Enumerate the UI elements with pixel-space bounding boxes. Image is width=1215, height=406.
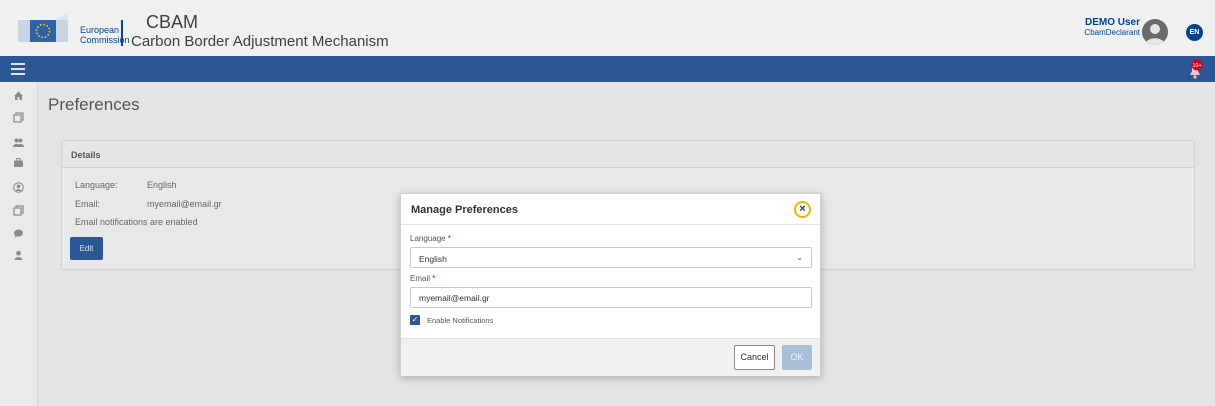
details-title: Details xyxy=(71,150,101,160)
edit-button[interactable]: Edit xyxy=(70,237,103,260)
details-card-header: Details xyxy=(62,141,1194,168)
notifications-status: Email notifications are enabled xyxy=(75,217,198,227)
email-value: myemail@email.gr xyxy=(147,199,222,209)
user-role: CbamDeclarant xyxy=(1084,28,1140,37)
email-field-label: Email * xyxy=(410,274,435,283)
user-name[interactable]: DEMO User xyxy=(1085,17,1140,28)
users-icon[interactable] xyxy=(13,137,24,148)
language-select-value: English xyxy=(419,254,447,264)
language-field-label-text: Language xyxy=(410,234,446,243)
briefcase-icon[interactable] xyxy=(13,157,24,168)
enable-notifications-checkbox[interactable]: ✓ xyxy=(410,315,420,325)
enable-notifications-label[interactable]: Enable Notifications xyxy=(427,316,493,325)
app-title: CBAM xyxy=(146,12,199,32)
page-title: Preferences xyxy=(48,95,140,114)
app-subtitle: Carbon Border Adjustment Mechanism xyxy=(131,33,389,50)
european-commission-logo[interactable] xyxy=(18,12,68,48)
home-icon[interactable] xyxy=(13,90,24,101)
manage-preferences-dialog: Manage Preferences × Language * English … xyxy=(400,193,821,376)
cancel-button[interactable]: Cancel xyxy=(734,345,775,370)
email-input[interactable] xyxy=(410,287,812,308)
copy-icon[interactable] xyxy=(13,112,24,123)
header-divider xyxy=(121,20,123,46)
language-value: English xyxy=(147,180,177,190)
user-circle-icon[interactable] xyxy=(13,182,24,193)
notifications-icon[interactable]: 10+ xyxy=(1186,59,1204,79)
hamburger-menu-icon[interactable] xyxy=(11,63,25,75)
ok-button[interactable]: OK xyxy=(782,345,812,370)
user-icon[interactable] xyxy=(13,250,24,261)
user-avatar-icon[interactable] xyxy=(1142,19,1168,45)
language-select[interactable]: English ⌄ xyxy=(410,247,812,268)
side-navigation xyxy=(0,82,38,406)
notification-badge: 10+ xyxy=(1192,63,1201,69)
language-label: Language: xyxy=(75,180,118,190)
chevron-down-icon: ⌄ xyxy=(796,253,803,262)
dialog-header: Manage Preferences × xyxy=(401,194,820,225)
comment-icon[interactable] xyxy=(13,228,24,239)
copy-icon[interactable] xyxy=(13,205,24,216)
person-silhouette-icon xyxy=(1145,24,1165,45)
required-marker: * xyxy=(432,274,436,283)
email-field-label-text: Email xyxy=(410,274,431,283)
close-icon[interactable]: × xyxy=(794,201,811,218)
required-marker: * xyxy=(447,234,451,243)
dialog-footer: Cancel OK xyxy=(401,338,820,376)
app-header: European Commission CBAM Carbon Border A… xyxy=(0,0,1215,56)
email-label: Email: xyxy=(75,199,101,209)
language-field-label: Language * xyxy=(410,234,451,243)
language-selector-button[interactable]: EN xyxy=(1186,24,1203,41)
top-navbar: 10+ xyxy=(0,56,1215,82)
dialog-title: Manage Preferences xyxy=(411,204,518,216)
